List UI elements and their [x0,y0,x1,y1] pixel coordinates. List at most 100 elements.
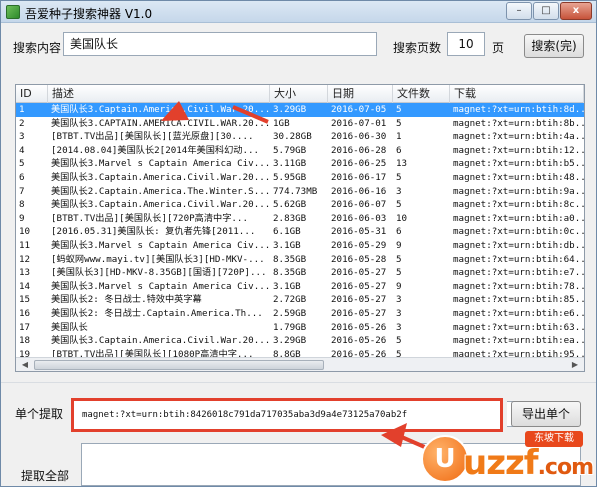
cell-size: 5.95GB [273,171,307,183]
table-row[interactable]: 4 [2014.08.04]美国队长2[2014年美国科幻动... 5.79GB 20… [16,144,584,158]
cell-magnet: magnet:?xt=urn:btih:e7... [453,267,584,279]
cell-size: 2.83GB [273,212,307,224]
cell-size: 3.1GB [273,280,301,292]
cell-date: 2016-06-07 [331,199,387,211]
table-row[interactable]: 15 美国队长2: 冬日战士.特效中英字幕 2.72GB 2016-05-27 3 mag… [16,293,584,307]
cell-magnet: magnet:?xt=urn:btih:8d... [453,104,584,115]
table-row[interactable]: 14 美国队长3.Marvel s Captain America Civ... 3… [16,280,584,294]
cell-files: 3 [396,307,402,319]
cell-size: 3.1GB [273,239,301,251]
cell-size: 774.73MB [273,185,318,197]
cell-files: 9 [396,280,402,292]
cell-date: 2016-06-17 [331,171,387,183]
col-header-download[interactable]: 下载 [450,85,584,103]
maximize-button[interactable]: □ [533,2,559,20]
table-row[interactable]: 9 [BTBT.TV出品][美国队长][720P高清中字... 2.83GB 2016… [16,212,584,226]
cell-id: 11 [19,239,31,251]
table-row[interactable]: 8 美国队长3.Captain.America.Civil.War.20... 5.… [16,198,584,212]
cell-id: 13 [19,267,31,279]
table-row[interactable]: 13 [美国队长3][HD-MKV-8.35GB][国语][720P]... 8.3… [16,266,584,280]
cell-date: 2016-05-26 [331,321,387,333]
col-header-id[interactable]: ID [16,85,48,103]
cell-magnet: magnet:?xt=urn:btih:e6... [453,307,584,319]
results-table[interactable]: ID 描述 大小 日期 文件数 下载 1 美国队长3.Captain.Americ… [15,84,585,372]
site-watermark: U uzzf.com 东坡下载 [421,429,596,487]
arrow-head-icon [161,101,189,121]
cell-id: 12 [19,253,31,265]
minimize-button[interactable]: – [506,2,532,20]
cell-date: 2016-07-01 [331,117,387,129]
watermark-logo-icon: U [421,435,469,483]
cell-magnet: magnet:?xt=urn:btih:12... [453,144,584,156]
cell-date: 2016-05-27 [331,307,387,319]
cell-desc: 美国队长3.Captain.America.Civil.War.20... [51,171,270,183]
cell-desc: [BTBT.TV出品][美国队长][720P高清中字... [51,212,248,224]
cell-size: 1.79GB [273,321,307,333]
cell-files: 6 [396,226,402,238]
col-header-size[interactable]: 大小 [270,85,328,103]
table-row[interactable]: 5 美国队长3.Marvel s Captain America Civ... 3.… [16,157,584,171]
watermark-text: uzzf.com [463,443,594,483]
cell-date: 2016-07-05 [331,104,387,115]
cell-desc: 美国队长2.Captain.America.The.Winter.S... [51,185,270,197]
scroll-right-icon[interactable]: ▶ [568,359,582,371]
pages-input[interactable]: 10 [447,32,485,56]
cell-date: 2016-05-31 [331,226,387,238]
cell-id: 16 [19,307,31,319]
cell-date: 2016-05-27 [331,280,387,292]
col-header-date[interactable]: 日期 [328,85,393,103]
cell-files: 5 [396,267,402,279]
cell-date: 2016-05-29 [331,239,387,251]
cell-desc: [2014.08.04]美国队长2[2014年美国科幻动... [51,144,260,156]
table-row[interactable]: 12 [蚂蚁网www.mayi.tv][美国队长3][HD-MKV-... 8.35… [16,253,584,267]
cell-size: 6.1GB [273,226,301,238]
close-button[interactable]: x [560,2,592,20]
cell-id: 6 [19,171,25,183]
search-input[interactable]: 美国队长 [63,32,377,56]
cell-id: 14 [19,280,31,292]
cell-magnet: magnet:?xt=urn:btih:48... [453,171,584,183]
cell-files: 3 [396,294,402,306]
table-row[interactable]: 17 美国队长 1.79GB 2016-05-26 3 magnet:?xt=urn:bt… [16,321,584,335]
table-row[interactable]: 10 [2016.05.31]美国队长: 复仇者先锋[2011... 6.1GB 20… [16,225,584,239]
cell-desc: [美国队长3][HD-MKV-8.35GB][国语][720P]... [51,267,267,279]
cell-size: 5.62GB [273,199,307,211]
cell-size: 30.28GB [273,131,312,143]
table-row[interactable]: 1 美国队长3.Captain.America.Civil.War.20... 3.… [16,103,584,117]
table-row[interactable]: 6 美国队长3.Captain.America.Civil.War.20... 5.… [16,171,584,185]
single-extract-label: 单个提取 [15,407,64,421]
cell-desc: [蚂蚁网www.mayi.tv][美国队长3][HD-MKV-... [51,253,265,265]
cell-desc: 美国队长3.Captain.America.Civil.War.20... [51,335,270,347]
table-body: 1 美国队长3.Captain.America.Civil.War.20... 3.… [16,103,584,358]
cell-date: 2016-06-16 [331,185,387,197]
search-button[interactable]: 搜索(完) [524,34,584,58]
cell-files: 13 [396,158,408,170]
table-row[interactable]: 7 美国队长2.Captain.America.The.Winter.S... 77… [16,185,584,199]
table-row[interactable]: 16 美国队长2: 冬日战士.Captain.America.Th... 2.59G… [16,307,584,321]
cell-date: 2016-06-28 [331,144,387,156]
cell-date: 2016-06-03 [331,212,387,224]
table-row[interactable]: 3 [BTBT.TV出品][美国队长][蓝光原盘][30.... 30.28GB 20… [16,130,584,144]
cell-id: 7 [19,185,25,197]
cell-date: 2016-05-27 [331,267,387,279]
cell-files: 5 [396,199,402,211]
table-row[interactable]: 11 美国队长3.Marvel s Captain America Civ... 3… [16,239,584,253]
cell-id: 9 [19,212,25,224]
title-bar[interactable]: 吾爱种子搜索神器 V1.0 – □ x [1,1,596,23]
cell-size: 2.72GB [273,294,307,306]
cell-id: 18 [19,335,31,347]
cell-desc: 美国队长3.Captain.America.Civil.War.20... [51,199,270,211]
cell-id: 5 [19,158,25,170]
export-single-button[interactable]: 导出单个 [511,401,581,427]
cell-id: 17 [19,321,31,333]
scroll-left-icon[interactable]: ◀ [18,359,32,371]
scroll-thumb[interactable] [34,360,324,370]
col-header-files[interactable]: 文件数 [393,85,450,103]
cell-size: 8.35GB [273,267,307,279]
table-row[interactable]: 18 美国队长3.Captain.America.Civil.War.20... 3… [16,334,584,348]
table-row[interactable]: 2 美国队长3.CAPTAIN.AMERICA.CIVIL.WAR.20... 1G… [16,117,584,131]
horizontal-scrollbar[interactable]: ◀ ▶ [16,357,584,371]
cell-desc: 美国队长3.Marvel s Captain America Civ... [51,239,270,251]
cell-size: 3.11GB [273,158,307,170]
cell-magnet: magnet:?xt=urn:btih:0c... [453,226,584,238]
